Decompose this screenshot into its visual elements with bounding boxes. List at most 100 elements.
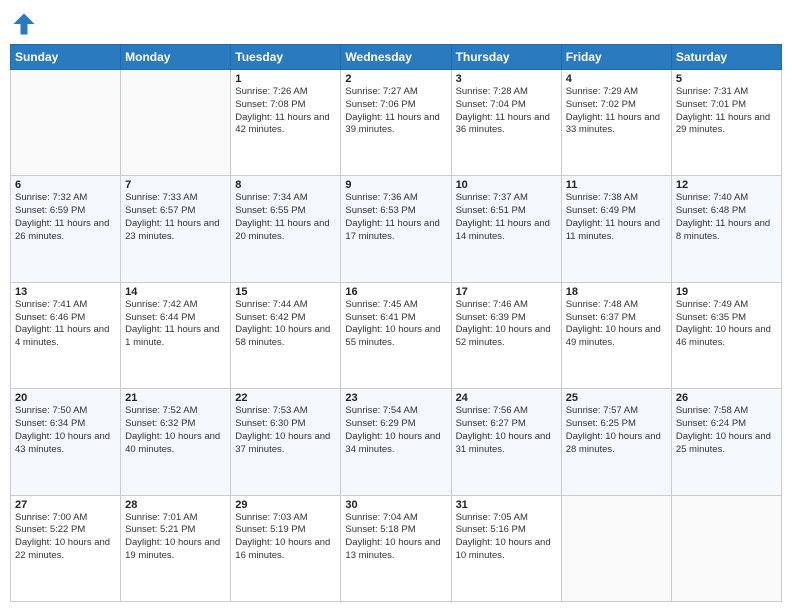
calendar-cell: 14Sunrise: 7:42 AMSunset: 6:44 PMDayligh… (121, 282, 231, 388)
weekday-header-sunday: Sunday (11, 45, 121, 70)
calendar-header: SundayMondayTuesdayWednesdayThursdayFrid… (11, 45, 782, 70)
day-number: 16 (345, 286, 446, 298)
day-info: Sunrise: 7:53 AMSunset: 6:30 PMDaylight:… (235, 405, 336, 456)
day-number: 21 (125, 392, 226, 404)
calendar-cell: 8Sunrise: 7:34 AMSunset: 6:55 PMDaylight… (231, 176, 341, 282)
weekday-header-wednesday: Wednesday (341, 45, 451, 70)
day-number: 30 (345, 499, 446, 511)
calendar-cell: 30Sunrise: 7:04 AMSunset: 5:18 PMDayligh… (341, 495, 451, 601)
page: SundayMondayTuesdayWednesdayThursdayFrid… (0, 0, 792, 612)
calendar-cell: 26Sunrise: 7:58 AMSunset: 6:24 PMDayligh… (671, 389, 781, 495)
calendar-cell: 11Sunrise: 7:38 AMSunset: 6:49 PMDayligh… (561, 176, 671, 282)
calendar-cell: 5Sunrise: 7:31 AMSunset: 7:01 PMDaylight… (671, 70, 781, 176)
calendar-cell: 22Sunrise: 7:53 AMSunset: 6:30 PMDayligh… (231, 389, 341, 495)
day-number: 6 (15, 179, 116, 191)
day-info: Sunrise: 7:33 AMSunset: 6:57 PMDaylight:… (125, 192, 226, 243)
day-info: Sunrise: 7:00 AMSunset: 5:22 PMDaylight:… (15, 512, 116, 563)
calendar-cell (11, 70, 121, 176)
day-number: 31 (456, 499, 557, 511)
day-number: 7 (125, 179, 226, 191)
day-number: 18 (566, 286, 667, 298)
calendar-week-3: 13Sunrise: 7:41 AMSunset: 6:46 PMDayligh… (11, 282, 782, 388)
day-number: 25 (566, 392, 667, 404)
calendar-cell: 21Sunrise: 7:52 AMSunset: 6:32 PMDayligh… (121, 389, 231, 495)
day-info: Sunrise: 7:26 AMSunset: 7:08 PMDaylight:… (235, 86, 336, 137)
day-info: Sunrise: 7:48 AMSunset: 6:37 PMDaylight:… (566, 299, 667, 350)
day-number: 28 (125, 499, 226, 511)
calendar-cell: 20Sunrise: 7:50 AMSunset: 6:34 PMDayligh… (11, 389, 121, 495)
weekday-header-row: SundayMondayTuesdayWednesdayThursdayFrid… (11, 45, 782, 70)
calendar-cell: 18Sunrise: 7:48 AMSunset: 6:37 PMDayligh… (561, 282, 671, 388)
day-number: 2 (345, 73, 446, 85)
calendar-cell: 4Sunrise: 7:29 AMSunset: 7:02 PMDaylight… (561, 70, 671, 176)
calendar-cell: 2Sunrise: 7:27 AMSunset: 7:06 PMDaylight… (341, 70, 451, 176)
day-number: 13 (15, 286, 116, 298)
day-info: Sunrise: 7:28 AMSunset: 7:04 PMDaylight:… (456, 86, 557, 137)
calendar-cell: 6Sunrise: 7:32 AMSunset: 6:59 PMDaylight… (11, 176, 121, 282)
calendar-cell: 19Sunrise: 7:49 AMSunset: 6:35 PMDayligh… (671, 282, 781, 388)
day-number: 12 (676, 179, 777, 191)
calendar-cell: 24Sunrise: 7:56 AMSunset: 6:27 PMDayligh… (451, 389, 561, 495)
day-info: Sunrise: 7:46 AMSunset: 6:39 PMDaylight:… (456, 299, 557, 350)
calendar-cell (671, 495, 781, 601)
day-info: Sunrise: 7:41 AMSunset: 6:46 PMDaylight:… (15, 299, 116, 350)
day-number: 17 (456, 286, 557, 298)
header (10, 10, 782, 38)
day-number: 11 (566, 179, 667, 191)
day-info: Sunrise: 7:52 AMSunset: 6:32 PMDaylight:… (125, 405, 226, 456)
weekday-header-thursday: Thursday (451, 45, 561, 70)
day-info: Sunrise: 7:03 AMSunset: 5:19 PMDaylight:… (235, 512, 336, 563)
calendar-cell: 28Sunrise: 7:01 AMSunset: 5:21 PMDayligh… (121, 495, 231, 601)
day-info: Sunrise: 7:38 AMSunset: 6:49 PMDaylight:… (566, 192, 667, 243)
weekday-header-tuesday: Tuesday (231, 45, 341, 70)
day-info: Sunrise: 7:57 AMSunset: 6:25 PMDaylight:… (566, 405, 667, 456)
calendar-week-2: 6Sunrise: 7:32 AMSunset: 6:59 PMDaylight… (11, 176, 782, 282)
day-number: 5 (676, 73, 777, 85)
day-info: Sunrise: 7:37 AMSunset: 6:51 PMDaylight:… (456, 192, 557, 243)
calendar-cell: 1Sunrise: 7:26 AMSunset: 7:08 PMDaylight… (231, 70, 341, 176)
day-number: 3 (456, 73, 557, 85)
calendar-cell: 23Sunrise: 7:54 AMSunset: 6:29 PMDayligh… (341, 389, 451, 495)
calendar-cell: 31Sunrise: 7:05 AMSunset: 5:16 PMDayligh… (451, 495, 561, 601)
calendar-week-1: 1Sunrise: 7:26 AMSunset: 7:08 PMDaylight… (11, 70, 782, 176)
day-info: Sunrise: 7:50 AMSunset: 6:34 PMDaylight:… (15, 405, 116, 456)
calendar-cell: 17Sunrise: 7:46 AMSunset: 6:39 PMDayligh… (451, 282, 561, 388)
day-info: Sunrise: 7:49 AMSunset: 6:35 PMDaylight:… (676, 299, 777, 350)
calendar-cell: 13Sunrise: 7:41 AMSunset: 6:46 PMDayligh… (11, 282, 121, 388)
day-number: 8 (235, 179, 336, 191)
day-info: Sunrise: 7:31 AMSunset: 7:01 PMDaylight:… (676, 86, 777, 137)
day-number: 20 (15, 392, 116, 404)
day-number: 29 (235, 499, 336, 511)
day-number: 9 (345, 179, 446, 191)
weekday-header-saturday: Saturday (671, 45, 781, 70)
day-info: Sunrise: 7:45 AMSunset: 6:41 PMDaylight:… (345, 299, 446, 350)
day-number: 14 (125, 286, 226, 298)
day-number: 19 (676, 286, 777, 298)
weekday-header-monday: Monday (121, 45, 231, 70)
day-number: 27 (15, 499, 116, 511)
day-info: Sunrise: 7:58 AMSunset: 6:24 PMDaylight:… (676, 405, 777, 456)
day-number: 23 (345, 392, 446, 404)
calendar-cell: 16Sunrise: 7:45 AMSunset: 6:41 PMDayligh… (341, 282, 451, 388)
logo-icon (10, 10, 38, 38)
logo (10, 10, 42, 38)
calendar-cell: 25Sunrise: 7:57 AMSunset: 6:25 PMDayligh… (561, 389, 671, 495)
day-number: 22 (235, 392, 336, 404)
calendar-week-4: 20Sunrise: 7:50 AMSunset: 6:34 PMDayligh… (11, 389, 782, 495)
calendar-cell: 3Sunrise: 7:28 AMSunset: 7:04 PMDaylight… (451, 70, 561, 176)
day-info: Sunrise: 7:54 AMSunset: 6:29 PMDaylight:… (345, 405, 446, 456)
day-info: Sunrise: 7:29 AMSunset: 7:02 PMDaylight:… (566, 86, 667, 137)
day-info: Sunrise: 7:34 AMSunset: 6:55 PMDaylight:… (235, 192, 336, 243)
day-info: Sunrise: 7:01 AMSunset: 5:21 PMDaylight:… (125, 512, 226, 563)
calendar-cell: 29Sunrise: 7:03 AMSunset: 5:19 PMDayligh… (231, 495, 341, 601)
calendar-cell: 15Sunrise: 7:44 AMSunset: 6:42 PMDayligh… (231, 282, 341, 388)
calendar-cell (121, 70, 231, 176)
calendar-cell: 10Sunrise: 7:37 AMSunset: 6:51 PMDayligh… (451, 176, 561, 282)
calendar-cell: 12Sunrise: 7:40 AMSunset: 6:48 PMDayligh… (671, 176, 781, 282)
day-info: Sunrise: 7:04 AMSunset: 5:18 PMDaylight:… (345, 512, 446, 563)
calendar-body: 1Sunrise: 7:26 AMSunset: 7:08 PMDaylight… (11, 70, 782, 602)
day-info: Sunrise: 7:42 AMSunset: 6:44 PMDaylight:… (125, 299, 226, 350)
day-number: 24 (456, 392, 557, 404)
day-number: 1 (235, 73, 336, 85)
calendar-table: SundayMondayTuesdayWednesdayThursdayFrid… (10, 44, 782, 602)
